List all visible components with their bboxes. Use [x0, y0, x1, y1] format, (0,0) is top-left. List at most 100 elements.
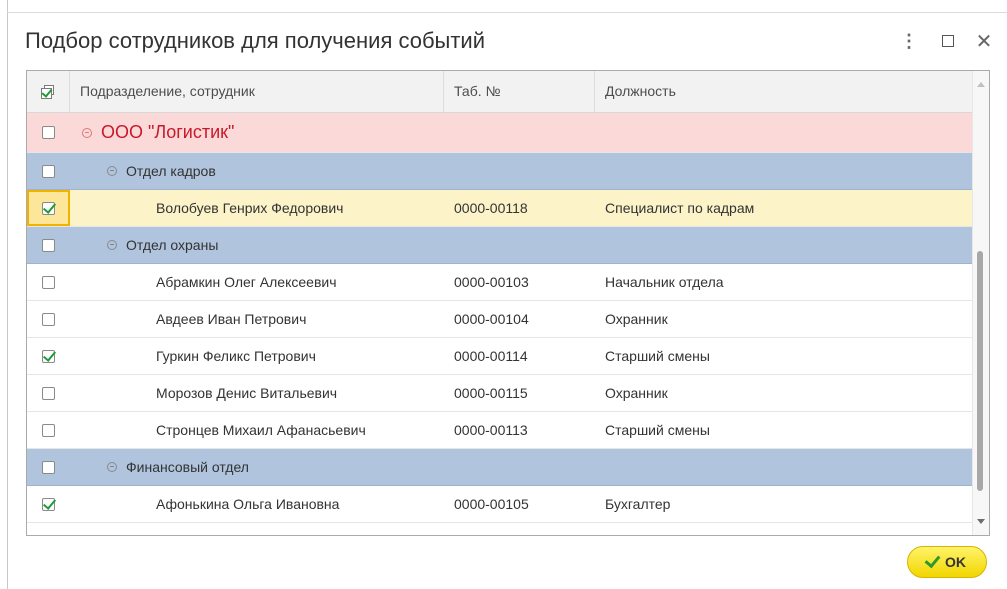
- employee-row[interactable]: Абрамкин Олег Алексеевич 0000-00103 Началь…: [27, 264, 973, 301]
- department-row[interactable]: − Отдел охраны: [27, 227, 973, 264]
- row-name-text: Финансовый отдел: [126, 459, 249, 475]
- checkmark-icon: [924, 551, 941, 569]
- row-name-text: Волобуев Генрих Федорович: [156, 200, 344, 216]
- row-position-cell: [595, 113, 973, 152]
- vertical-scrollbar[interactable]: [972, 71, 989, 535]
- row-checkbox[interactable]: [42, 312, 55, 326]
- row-tab-cell: 0000-00113: [454, 422, 528, 438]
- row-checkbox-cell[interactable]: [27, 113, 70, 152]
- row-tab-cell: [444, 153, 595, 189]
- row-position-cell: [595, 523, 973, 535]
- column-header-position[interactable]: Должность: [595, 71, 973, 112]
- row-tab-cell: [444, 449, 595, 485]
- window-left-border: [7, 0, 8, 589]
- column-header-tab[interactable]: Таб. №: [444, 71, 595, 112]
- row-name-text: Стронцев Михаил Афанасьевич: [156, 422, 366, 438]
- row-tab-cell: 0000-00115: [454, 385, 528, 401]
- row-checkbox[interactable]: [42, 386, 55, 400]
- row-checkbox-cell[interactable]: [27, 227, 70, 263]
- row-name-text: Абрамкин Олег Алексеевич: [156, 274, 337, 290]
- row-checkbox[interactable]: [42, 534, 55, 535]
- row-position-cell: Специалист по кадрам: [605, 200, 755, 216]
- row-checkbox-cell[interactable]: [27, 486, 70, 522]
- row-position-cell: [595, 449, 973, 485]
- employee-row[interactable]: Морозов Денис Витальевич 0000-00115 Охранн…: [27, 375, 973, 412]
- organization-row[interactable]: − ООО "Логистик": [27, 113, 973, 153]
- employee-row[interactable]: Афонькина Ольга Ивановна 0000-00105 Бухгал…: [27, 486, 973, 523]
- collapse-icon[interactable]: −: [107, 166, 117, 176]
- collapse-icon[interactable]: −: [82, 127, 92, 138]
- column-header-name[interactable]: Подразделение, сотрудник: [70, 71, 444, 112]
- row-name-cell: − ООО "Логистик": [70, 113, 456, 152]
- row-position-cell: Бухгалтер: [605, 496, 671, 512]
- scroll-thumb[interactable]: [977, 251, 983, 491]
- row-position-cell: Старший смены: [605, 348, 710, 364]
- row-tab-cell: 0000-00105: [454, 496, 529, 512]
- row-checkbox-cell[interactable]: [27, 523, 70, 535]
- close-icon[interactable]: ✕: [975, 31, 993, 53]
- row-name-text: Авдеев Иван Петрович: [156, 311, 307, 327]
- row-tab-cell: [444, 113, 595, 152]
- grid-header: Подразделение, сотрудник Таб. № Должност…: [27, 71, 973, 113]
- collapse-icon[interactable]: −: [107, 462, 117, 472]
- row-name-text: Отдел кадров: [126, 163, 216, 179]
- row-name-text: Гуркин Феликс Петрович: [156, 348, 316, 364]
- row-checkbox[interactable]: [42, 349, 55, 363]
- row-checkbox-cell[interactable]: [27, 449, 70, 485]
- window-top-border: [7, 12, 1007, 13]
- employee-row[interactable]: [27, 523, 973, 535]
- row-name-cell: − Отдел кадров: [70, 153, 481, 189]
- row-tab-cell: [444, 523, 595, 535]
- row-checkbox-cell[interactable]: [27, 375, 70, 411]
- row-checkbox-cell[interactable]: [27, 264, 70, 300]
- row-name-text: Морозов Денис Витальевич: [156, 385, 338, 401]
- row-name-text: Афонькина Ольга Ивановна: [156, 496, 340, 512]
- check-all-icon[interactable]: [41, 84, 55, 99]
- employee-grid[interactable]: Подразделение, сотрудник Таб. № Должност…: [26, 70, 990, 536]
- row-tab-cell: 0000-00103: [454, 274, 529, 290]
- row-checkbox[interactable]: [42, 460, 55, 474]
- row-name-text: ООО "Логистик": [101, 122, 235, 142]
- row-checkbox[interactable]: [42, 126, 55, 139]
- row-checkbox[interactable]: [42, 201, 55, 215]
- row-name-text: Отдел охраны: [126, 237, 219, 253]
- row-checkbox[interactable]: [42, 164, 55, 178]
- row-tab-cell: 0000-00114: [454, 348, 528, 364]
- row-position-cell: [595, 153, 973, 189]
- row-position-cell: Старший смены: [605, 422, 710, 438]
- row-checkbox-cell[interactable]: [27, 190, 70, 226]
- employee-row[interactable]: Волобуев Генрих Федорович 0000-00118 Специ…: [27, 190, 973, 227]
- row-position-cell: Начальник отдела: [605, 274, 724, 290]
- row-checkbox[interactable]: [42, 275, 55, 289]
- maximize-icon[interactable]: [939, 32, 957, 50]
- row-checkbox-cell[interactable]: [27, 412, 70, 448]
- department-row[interactable]: − Финансовый отдел: [27, 449, 973, 486]
- row-checkbox-cell[interactable]: [27, 301, 70, 337]
- more-vertical-icon[interactable]: ⋮: [900, 32, 918, 50]
- row-name-cell: − Отдел охраны: [70, 227, 481, 263]
- check-all-column-header[interactable]: [27, 71, 70, 112]
- row-checkbox-cell[interactable]: [27, 153, 70, 189]
- department-row[interactable]: − Отдел кадров: [27, 153, 973, 190]
- grid-rows: − ООО "Логистик" − Отдел кадров Волобуев Ген…: [27, 113, 973, 535]
- row-checkbox[interactable]: [42, 423, 55, 437]
- row-tab-cell: 0000-00104: [454, 311, 529, 327]
- row-checkbox-cell[interactable]: [27, 338, 70, 374]
- ok-button[interactable]: OK: [907, 546, 987, 578]
- window-title: Подбор сотрудников для получения событий: [25, 28, 486, 53]
- row-tab-cell: [444, 227, 595, 263]
- row-name-cell: − Финансовый отдел: [70, 449, 481, 485]
- ok-button-label: OK: [945, 554, 966, 570]
- scroll-down-icon[interactable]: [977, 519, 985, 524]
- row-position-cell: Охранник: [605, 311, 668, 327]
- employee-row[interactable]: Стронцев Михаил Афанасьевич 0000-00113 Ста…: [27, 412, 973, 449]
- row-position-cell: [595, 227, 973, 263]
- employee-row[interactable]: Авдеев Иван Петрович 0000-00104 Охранник: [27, 301, 973, 338]
- scroll-up-icon[interactable]: [977, 82, 985, 87]
- row-checkbox[interactable]: [42, 497, 55, 511]
- employee-row[interactable]: Гуркин Феликс Петрович 0000-00114 Старший …: [27, 338, 973, 375]
- row-position-cell: Охранник: [605, 385, 668, 401]
- collapse-icon[interactable]: −: [107, 240, 117, 250]
- row-tab-cell: 0000-00118: [454, 200, 528, 216]
- row-checkbox[interactable]: [42, 238, 55, 252]
